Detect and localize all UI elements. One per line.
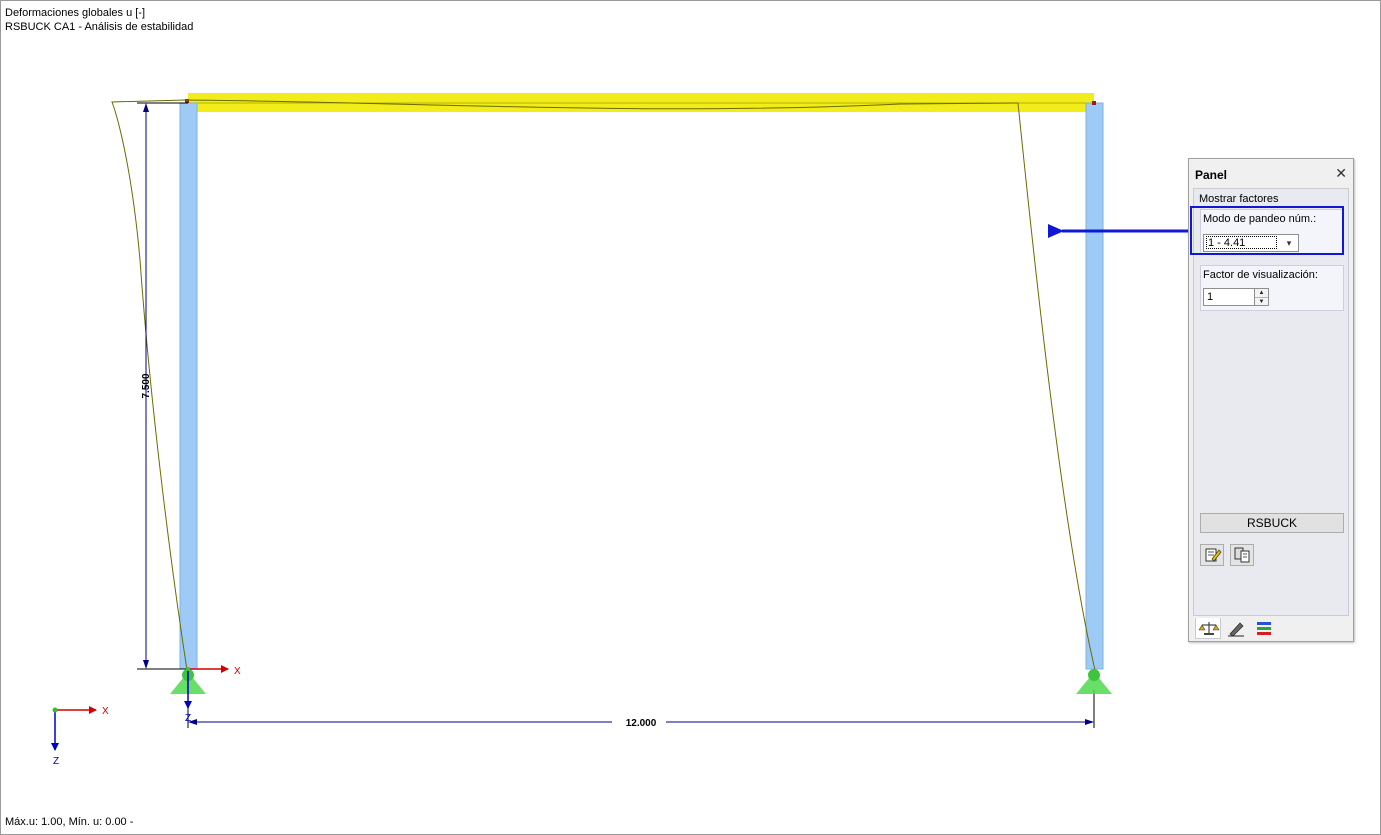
tab-colors[interactable] — [1251, 618, 1277, 639]
panel-tabbar — [1193, 618, 1349, 640]
close-icon[interactable]: ✕ — [1335, 166, 1347, 180]
spin-down-icon[interactable]: ▼ — [1255, 298, 1268, 306]
global-axis-indicator — [51, 706, 97, 751]
panel: Panel ✕ Mostrar factores Modo de pandeo … — [1188, 158, 1354, 642]
color-bars-icon — [1257, 622, 1271, 635]
pencil-icon — [1228, 622, 1244, 637]
local-x-label: X — [234, 666, 241, 677]
edit-icon — [1205, 548, 1222, 562]
display-factor-stepper[interactable]: ▲ ▼ — [1254, 288, 1269, 306]
right-column[interactable] — [1085, 102, 1104, 670]
local-z-label: Z — [185, 713, 191, 724]
edit-button[interactable] — [1200, 544, 1224, 566]
tab-pencil[interactable] — [1223, 618, 1249, 639]
display-factor-label: Factor de visualización: — [1203, 269, 1318, 281]
model-canvas[interactable]: 7.500 12.000 X Z X Z — [0, 0, 1381, 835]
section-label: Mostrar factores — [1199, 193, 1279, 205]
buckling-mode-value: 1 - 4.41 — [1206, 236, 1277, 249]
status-text: Máx.u: 1.00, Mín. u: 0.00 - — [5, 816, 134, 828]
node-top-right[interactable] — [1092, 101, 1096, 105]
right-support[interactable] — [1076, 669, 1112, 694]
display-factor-input[interactable]: 1 — [1203, 288, 1255, 306]
scale-icon — [1198, 622, 1220, 635]
buckling-mode-select[interactable]: 1 - 4.41 ▾ — [1203, 234, 1299, 252]
tab-scale[interactable] — [1195, 618, 1221, 639]
buckling-mode-label: Modo de pandeo núm.: — [1203, 213, 1317, 225]
display-factor-group: Factor de visualización: 1 ▲ ▼ — [1200, 265, 1344, 311]
global-z-label: Z — [53, 756, 59, 767]
global-x-label: X — [102, 706, 109, 717]
height-dimension-label: 7.500 — [141, 373, 152, 398]
span-dimension-label: 12.000 — [626, 718, 657, 729]
spin-up-icon[interactable]: ▲ — [1255, 289, 1268, 298]
rsbuck-button[interactable]: RSBUCK — [1200, 513, 1344, 533]
copy-icon — [1234, 547, 1250, 563]
buckling-mode-group: Modo de pandeo núm.: 1 - 4.41 ▾ — [1200, 209, 1344, 255]
chevron-down-icon[interactable]: ▾ — [1280, 235, 1298, 251]
copy-button[interactable] — [1230, 544, 1254, 566]
left-column[interactable] — [179, 102, 198, 670]
panel-title: Panel — [1195, 168, 1228, 182]
deformed-shape — [111, 99, 1096, 671]
panel-content: Mostrar factores Modo de pandeo núm.: 1 … — [1193, 188, 1349, 616]
